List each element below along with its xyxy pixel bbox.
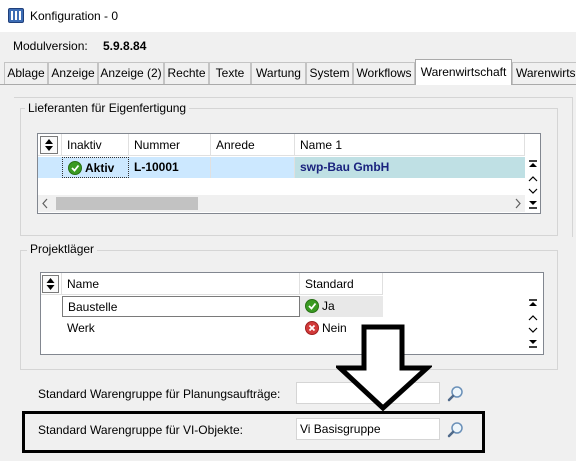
tab-anzeige[interactable]: Anzeige	[48, 62, 98, 84]
col-header-nummer[interactable]: Nummer	[129, 134, 211, 156]
cell-name-baustelle[interactable]: Baustelle	[62, 296, 300, 317]
cell-standard-baustelle-text: Ja	[322, 299, 335, 313]
right-panel-edge	[572, 97, 573, 237]
cell-standard-baustelle[interactable]: Ja	[300, 296, 383, 317]
sort-button[interactable]	[40, 136, 58, 154]
module-version-label: Modulversion:	[13, 39, 88, 53]
check-icon	[68, 161, 82, 175]
col-header-anrede[interactable]: Anrede	[211, 134, 295, 156]
cell-inaktiv-text: Aktiv	[85, 161, 115, 175]
tab-system[interactable]: System	[306, 62, 353, 84]
cell-inaktiv[interactable]: Aktiv	[62, 157, 129, 178]
scroll-panel-border	[14, 97, 573, 98]
tab-texte[interactable]: Texte	[209, 62, 251, 84]
scroll-end-down-icon	[529, 340, 537, 348]
col-header-name1[interactable]: Name 1	[295, 134, 525, 156]
arrow-down-annotation	[336, 324, 432, 412]
col-header-name[interactable]: Name	[62, 273, 300, 295]
tab-rechte[interactable]: Rechte	[164, 62, 209, 84]
projektlaeger-grid: Name Standard Baustelle Ja Werk Nein	[40, 272, 544, 355]
scroll-up-icon	[528, 315, 538, 321]
scroll-down-icon	[528, 188, 538, 194]
search-icon	[447, 386, 463, 402]
lieferanten-title: Lieferanten für Eigenfertigung	[25, 101, 190, 115]
scroll-end-up-icon	[529, 299, 537, 306]
scroll-end-down-icon	[529, 201, 537, 209]
lieferanten-grid: Inaktiv Nummer Anrede Name 1 Aktiv L-100…	[37, 133, 541, 214]
cell-anrede[interactable]	[211, 157, 295, 178]
horizontal-scrollbar[interactable]	[38, 195, 525, 212]
tab-warenwirtschaft[interactable]: Warenwirtschaft	[415, 59, 512, 85]
module-version-value: 5.9.8.84	[103, 39, 147, 53]
scroll-left-icon	[42, 198, 48, 209]
window-title: Konfiguration - 0	[30, 9, 119, 23]
x-icon	[305, 321, 319, 335]
planungsauftraege-lookup-button[interactable]	[446, 384, 466, 404]
cell-name-werk[interactable]: Werk	[62, 318, 300, 339]
sort-icon	[45, 139, 53, 151]
vertical-scrollbar[interactable]	[525, 157, 540, 213]
projektlaeger-title: Projektläger	[27, 242, 98, 256]
tab-anzeige-2[interactable]: Anzeige (2)	[98, 62, 164, 84]
scroll-down-icon	[528, 327, 538, 333]
cell-nummer[interactable]: L-10001	[129, 157, 211, 178]
tab-workflows[interactable]: Workflows	[353, 62, 415, 84]
scroll-up-icon	[528, 176, 538, 182]
vertical-scrollbar[interactable]	[525, 296, 541, 352]
scroll-end-up-icon	[529, 160, 537, 167]
tab-wartung[interactable]: Wartung	[251, 62, 306, 84]
app-icon	[8, 8, 24, 23]
planungsauftraege-label: Standard Warengruppe für Planungsaufträg…	[38, 387, 281, 401]
tab-warenwirtsch-partial[interactable]: Warenwirtsch	[512, 62, 576, 84]
scroll-right-icon	[515, 198, 521, 209]
sort-icon	[46, 278, 55, 290]
sort-button[interactable]	[42, 275, 59, 293]
highlight-annotation-box	[22, 411, 485, 453]
tab-ablage[interactable]: Ablage	[4, 62, 48, 84]
check-icon	[305, 299, 319, 313]
col-header-inaktiv[interactable]: Inaktiv	[62, 134, 129, 156]
col-header-standard[interactable]: Standard	[300, 273, 383, 295]
cell-name1[interactable]: swp-Bau GmbH	[295, 157, 525, 178]
